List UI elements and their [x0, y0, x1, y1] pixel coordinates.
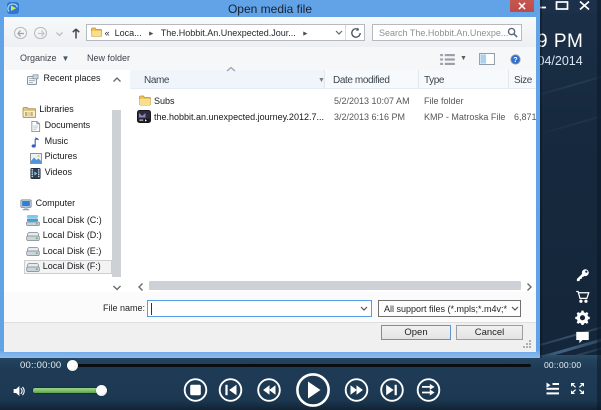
svg-text:?: ?: [513, 55, 517, 64]
